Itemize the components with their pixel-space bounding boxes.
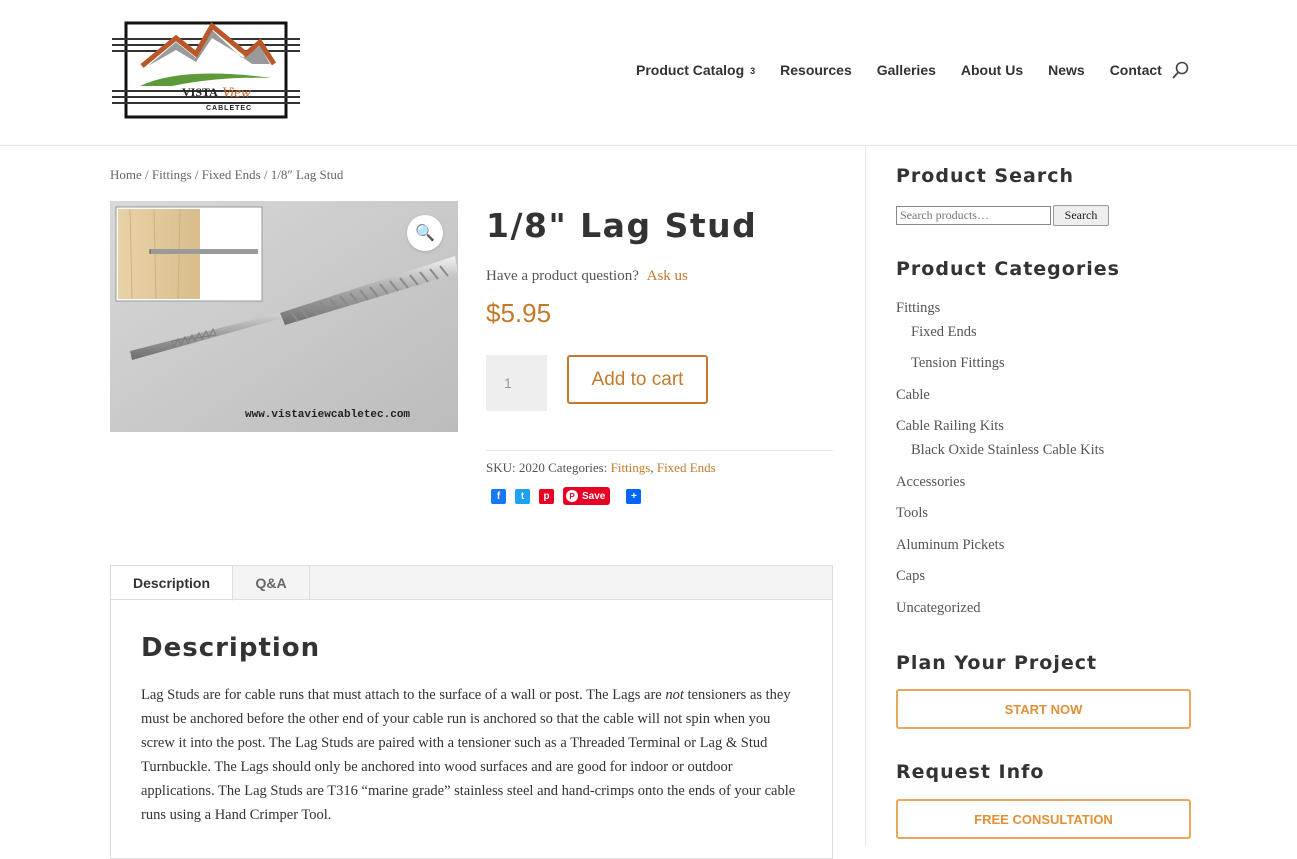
nav-about-us[interactable]: About Us [961,62,1023,78]
breadcrumb-sep: / [145,167,149,182]
sidebar-category-accessories[interactable]: Accessories [896,474,965,491]
tab-qa[interactable]: Q&A [233,565,310,600]
magnify-icon[interactable]: 🔍 [407,215,443,251]
product-tabs: Description Q&A [110,565,833,601]
product-image[interactable]: www.vistaviewcabletec.com [110,201,458,432]
product-search-input[interactable] [896,206,1051,225]
logo-graphic: VISTA View CABLETEC [112,21,300,119]
breadcrumb-fixed-ends[interactable]: Fixed Ends [202,167,261,182]
breadcrumb-fittings[interactable]: Fittings [152,167,192,182]
nav-label: News [1048,62,1085,78]
site-header: VISTA View CABLETEC Product Catalog 3 Res… [0,0,1297,146]
logo-accent-text: View [222,85,251,101]
sidebar-divider [865,146,866,846]
main-nav: Product Catalog 3 Resources Galleries Abo… [636,62,1162,78]
twitter-icon[interactable]: t [515,488,530,504]
free-consultation-button[interactable]: FREE CONSULTATION [896,799,1191,839]
description-text: Lag Studs are for cable runs that must a… [141,683,805,827]
nav-label: About Us [960,62,1024,78]
ask-us-link[interactable]: Ask us [647,268,688,284]
nav-contact[interactable]: Contact [1110,62,1162,78]
divider [486,450,833,451]
search-icon[interactable] [1171,60,1191,80]
sidebar-category-fixed-ends[interactable]: Fixed Ends [911,324,977,341]
sidebar-category-black-oxide-kits[interactable]: Black Oxide Stainless Cable Kits [911,442,1104,459]
product-title: 1/8" Lag Stud [486,206,758,245]
breadcrumb: Home / Fittings / Fixed Ends / 1/8″ Lag … [110,167,343,183]
site-logo[interactable]: VISTA View CABLETEC [112,20,300,120]
save-label: Save [582,490,606,502]
breadcrumb-sep: / [263,167,268,182]
facebook-icon[interactable]: f [491,488,506,504]
product-meta: SKU: 2020 Categories: Fittings, Fixed En… [486,460,716,475]
start-now-button[interactable]: START NOW [896,689,1191,729]
sidebar-category-aluminum-pickets[interactable]: Aluminum Pickets [896,537,1004,554]
sku-value: 2020 [518,460,545,475]
category-link-fittings[interactable]: Fittings [611,460,651,475]
plan-project-heading: Plan Your Project [896,652,1098,674]
sidebar-category-caps[interactable]: Caps [896,568,925,585]
sidebar-category-fittings[interactable]: Fittings [896,300,940,317]
pin-icon: P [566,490,578,502]
image-watermark: www.vistaviewcabletec.com [245,409,410,421]
question-text: Have a product question? [486,268,639,284]
sidebar-category-uncategorized[interactable]: Uncategorized [896,600,981,617]
product-price: $5.95 [486,298,552,328]
sidebar-category-cable[interactable]: Cable [896,387,930,404]
category-link-fixed-ends[interactable]: Fixed Ends [657,460,716,475]
nav-label: Contact [1109,62,1162,78]
share-bar: f t p P Save + [491,487,650,505]
share-icon[interactable]: + [626,488,642,504]
sku-label: SKU: [486,460,516,475]
nav-galleries[interactable]: Galleries [877,62,936,78]
add-to-cart-button[interactable]: Add to cart [567,355,708,404]
product-categories-heading: Product Categories [896,258,1120,280]
breadcrumb-current: 1/8″ Lag Stud [270,167,344,182]
tab-description[interactable]: Description [110,565,233,601]
quantity-input[interactable] [486,355,547,411]
nav-label: Resources [780,62,852,78]
pinterest-icon[interactable]: p [539,488,554,504]
categories-label: Categories: [548,460,608,475]
product-search-heading: Product Search [896,165,1074,187]
breadcrumb-home[interactable]: Home [110,167,142,182]
breadcrumb-sep: / [194,167,199,182]
description-text-part: Lag Studs are for cable runs that must a… [141,687,666,703]
description-text-part: tensioners as they must be anchored befo… [141,687,796,823]
nav-product-catalog[interactable]: Product Catalog 3 [636,62,755,78]
product-search-button[interactable]: Search [1053,205,1109,226]
chevron-down-icon: 3 [750,66,756,76]
nav-label: Galleries [876,62,936,78]
sidebar-category-tools[interactable]: Tools [896,505,928,522]
pinterest-save-button[interactable]: P Save [563,487,611,505]
request-info-heading: Request Info [896,761,1045,783]
nav-resources[interactable]: Resources [780,62,852,78]
logo-brand-text: VISTA [182,85,218,99]
nav-news[interactable]: News [1048,62,1085,78]
sidebar-category-tension-fittings[interactable]: Tension Fittings [911,355,1005,372]
nav-label: Product Catalog [636,62,745,78]
product-question: Have a product question? Ask us [486,268,688,285]
logo-sub-text: CABLETEC [206,105,252,112]
description-emphasis: not [665,687,684,703]
sidebar-category-cable-railing-kits[interactable]: Cable Railing Kits [896,418,1004,435]
description-heading: Description [141,633,321,663]
